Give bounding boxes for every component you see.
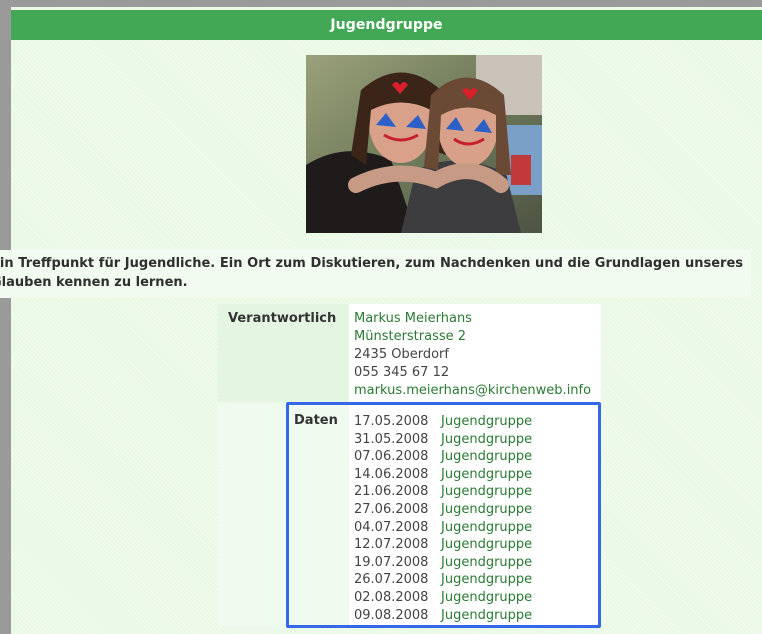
intro-text: Ein Treffpunkt für Jugendliche. Ein Ort …	[0, 256, 743, 290]
contact-details: Markus Meierhans Münsterstrasse 2 2435 O…	[354, 310, 591, 400]
contact-label: Verantwortlich	[228, 311, 337, 326]
contact-phone: 055 345 67 12	[354, 365, 450, 380]
group-photo	[306, 55, 542, 233]
contact-email-link[interactable]: markus.meierhans@kirchenweb.info	[354, 382, 591, 400]
contact-name-link[interactable]: Markus Meierhans	[354, 310, 591, 328]
contact-city: 2435 Oberdorf	[354, 347, 449, 362]
dates-selection-highlight	[286, 402, 601, 628]
window-top-border	[0, 0, 762, 7]
contact-street: Münsterstrasse 2	[354, 329, 467, 344]
intro-panel: Ein Treffpunkt für Jugendliche. Ein Ort …	[0, 250, 751, 298]
browser-viewport: Jugendgruppe Ein Treffpunkt für Jugendli…	[0, 0, 762, 634]
page-title: Jugendgruppe	[11, 10, 762, 40]
window-left-border	[0, 0, 11, 634]
